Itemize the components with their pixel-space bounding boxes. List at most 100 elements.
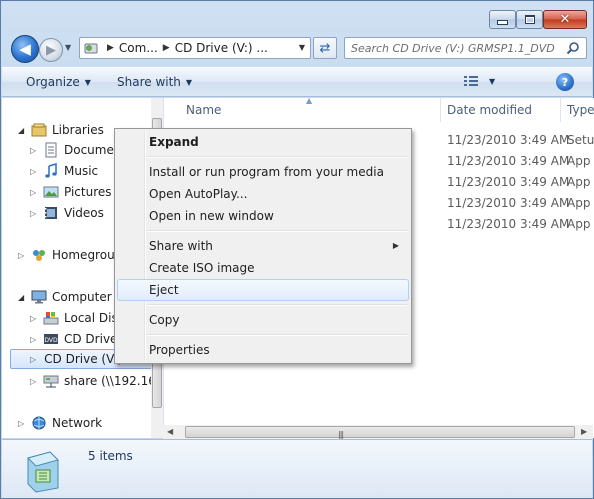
grip-icon: ||| xyxy=(338,430,344,439)
context-menu: Expand Install or run program from your … xyxy=(114,128,412,364)
expand-arrow-icon[interactable]: ▷ xyxy=(30,314,40,323)
tree-label: Pictures xyxy=(64,185,112,199)
explorer-window: ✕ ◀ ▶ ▼ ▶ Com... ▶ CD Drive (V:) ... ▼ ⇄… xyxy=(0,0,594,499)
forward-button[interactable]: ▶ xyxy=(39,38,63,62)
tree-item-cd-drive-e[interactable]: ▷ DVD CD Drive ( xyxy=(30,329,126,349)
expand-arrow-icon[interactable]: ▷ xyxy=(30,355,36,364)
file-type[interactable]: Setu xyxy=(567,133,594,147)
menu-item-eject[interactable]: Eject xyxy=(117,279,409,301)
computer-icon xyxy=(31,290,47,304)
help-icon: ? xyxy=(561,75,569,89)
cd-drive-icon xyxy=(84,43,98,54)
menu-label: Expand xyxy=(149,135,199,149)
tree-item-music[interactable]: ▷ Music xyxy=(30,161,98,181)
search-input[interactable] xyxy=(351,39,565,57)
file-date[interactable]: 11/23/2010 3:49 AM xyxy=(447,133,569,147)
breadcrumb-separator[interactable]: ▶ xyxy=(107,43,114,53)
menu-item-create-iso[interactable]: Create ISO image xyxy=(117,257,409,279)
search-icon[interactable] xyxy=(566,41,580,55)
scroll-left-icon[interactable]: ◀ xyxy=(167,427,173,436)
tree-item-homegroup[interactable]: ▷ Homegroup xyxy=(18,245,122,265)
tree-item-share[interactable]: ▷ share (\\192.168.0. xyxy=(30,371,162,391)
chevron-down-icon: ▼ xyxy=(185,77,193,87)
maximize-button[interactable] xyxy=(516,10,543,29)
item-count: 5 items xyxy=(88,449,133,463)
tree-label: Music xyxy=(64,164,99,178)
expand-arrow-icon[interactable]: ▷ xyxy=(30,377,40,386)
menu-item-copy[interactable]: Copy xyxy=(117,309,409,331)
sort-ascending-icon: ▲ xyxy=(306,96,313,105)
details-view-icon xyxy=(464,76,478,86)
back-button[interactable]: ◀ xyxy=(11,35,39,63)
scroll-right-icon[interactable]: ▶ xyxy=(581,427,587,436)
expand-arrow-icon[interactable]: ▷ xyxy=(30,146,40,155)
address-dropdown-icon[interactable]: ▼ xyxy=(299,43,305,52)
libraries-icon xyxy=(31,123,47,137)
expand-arrow-icon[interactable]: ▷ xyxy=(30,335,40,344)
file-date[interactable]: 11/23/2010 3:49 AM xyxy=(447,196,569,210)
menu-separator xyxy=(147,304,407,306)
expand-arrow-icon[interactable]: ▷ xyxy=(30,209,40,218)
tree-label: Videos xyxy=(64,206,104,220)
collapse-arrow-icon[interactable]: ◢ xyxy=(18,126,28,135)
organize-label: Organize xyxy=(26,75,80,89)
menu-label: Open AutoPlay... xyxy=(149,187,248,201)
scrollbar-thumb[interactable]: ||| xyxy=(185,426,575,439)
menu-item-open-autoplay[interactable]: Open AutoPlay... xyxy=(117,183,409,205)
tree-label: Homegroup xyxy=(52,248,123,262)
column-divider[interactable] xyxy=(560,98,561,122)
close-icon: ✕ xyxy=(559,12,571,27)
share-with-button[interactable]: Share with ▼ xyxy=(117,75,192,89)
tree-item-network[interactable]: ▷ Network xyxy=(18,413,102,433)
column-header-type[interactable]: Type xyxy=(567,98,594,122)
menu-item-expand[interactable]: Expand xyxy=(117,131,409,153)
chevron-down-icon: ▼ xyxy=(84,77,91,87)
tree-item-computer[interactable]: ◢ Computer xyxy=(18,287,112,307)
file-type[interactable]: App xyxy=(567,175,590,189)
address-bar[interactable]: ▶ Com... ▶ CD Drive (V:) ... ▼ xyxy=(79,37,311,59)
horizontal-scrollbar[interactable]: ◀ ||| ▶ xyxy=(163,425,593,439)
back-arrow-icon: ◀ xyxy=(19,40,31,58)
organize-button[interactable]: Organize ▼ xyxy=(26,75,91,89)
network-icon xyxy=(32,416,46,430)
column-divider[interactable] xyxy=(440,98,441,122)
breadcrumb-computer[interactable]: Com... xyxy=(119,41,158,55)
file-type[interactable]: App xyxy=(567,217,590,231)
change-view-button[interactable]: ▼ xyxy=(463,74,495,88)
tree-label: Network xyxy=(52,416,103,430)
menu-separator xyxy=(147,230,407,232)
menu-label: Create ISO image xyxy=(149,261,255,275)
recent-pages-dropdown[interactable]: ▼ xyxy=(65,43,71,52)
menu-item-share-with[interactable]: Share with ▶ xyxy=(117,235,409,257)
expand-arrow-icon[interactable]: ▷ xyxy=(30,167,40,176)
file-date[interactable]: 11/23/2010 3:49 AM xyxy=(447,175,569,189)
tree-item-pictures[interactable]: ▷ Pictures xyxy=(30,182,112,202)
menu-item-properties[interactable]: Properties xyxy=(117,339,409,361)
menu-label: Install or run program from your media xyxy=(149,165,384,179)
breadcrumb-separator[interactable]: ▶ xyxy=(163,43,170,53)
expand-arrow-icon[interactable]: ▷ xyxy=(18,419,28,428)
file-date[interactable]: 11/23/2010 3:49 AM xyxy=(447,217,569,231)
file-type[interactable]: App xyxy=(567,196,590,210)
column-header-date[interactable]: Date modified xyxy=(447,98,532,122)
help-button[interactable]: ? xyxy=(556,73,574,91)
network-drive-icon xyxy=(43,375,59,388)
menu-item-install-run[interactable]: Install or run program from your media xyxy=(117,161,409,183)
menu-item-open-new-window[interactable]: Open in new window xyxy=(117,205,409,227)
file-date[interactable]: 11/23/2010 3:49 AM xyxy=(447,154,569,168)
tree-item-libraries[interactable]: ◢ Libraries xyxy=(18,120,104,140)
tree-label: share (\\192.168.0. xyxy=(64,374,162,388)
menu-label: Eject xyxy=(149,283,179,297)
expand-arrow-icon[interactable]: ▷ xyxy=(30,188,40,197)
share-with-label: Share with xyxy=(117,75,181,89)
minimize-button[interactable] xyxy=(489,10,516,29)
expand-arrow-icon[interactable]: ▷ xyxy=(18,251,28,260)
refresh-button[interactable]: ⇄ xyxy=(313,37,337,59)
collapse-arrow-icon[interactable]: ◢ xyxy=(18,293,28,302)
column-header-name[interactable]: Name xyxy=(186,98,221,122)
file-type[interactable]: App xyxy=(567,154,590,168)
close-button[interactable]: ✕ xyxy=(543,10,587,29)
search-box[interactable] xyxy=(344,37,587,59)
breadcrumb-cd-drive[interactable]: CD Drive (V:) ... xyxy=(175,41,268,55)
tree-item-videos[interactable]: ▷ Videos xyxy=(30,203,104,223)
